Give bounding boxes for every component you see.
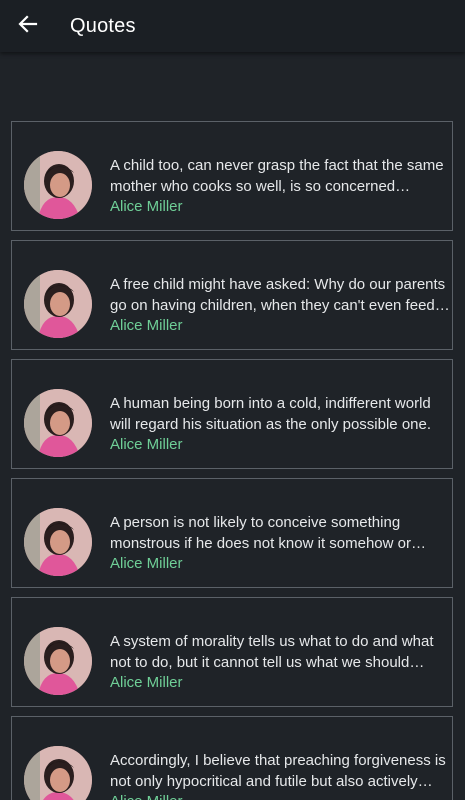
quote-author: Alice Miller xyxy=(110,317,183,334)
arrow-left-icon xyxy=(18,14,38,39)
author-avatar xyxy=(24,746,92,800)
quote-card[interactable]: A person is not likely to conceive somet… xyxy=(11,478,453,588)
quote-card[interactable]: Accordingly, I believe that preaching fo… xyxy=(11,716,453,800)
quote-text: A child too, can never grasp the fact th… xyxy=(110,157,444,195)
quote-author: Alice Miller xyxy=(110,436,183,453)
quote-card[interactable]: A system of morality tells us what to do… xyxy=(11,597,453,707)
page-title: Quotes xyxy=(70,14,136,37)
quote-text: A human being born into a cold, indiffer… xyxy=(110,395,432,433)
app-bar: Quotes xyxy=(0,0,465,52)
author-avatar xyxy=(24,151,92,219)
quote-text: A system of morality tells us what to do… xyxy=(110,633,434,671)
quote-card[interactable]: A free child might have asked: Why do ou… xyxy=(11,240,453,350)
quote-text: A person is not likely to conceive somet… xyxy=(110,514,426,552)
author-avatar xyxy=(24,508,92,576)
back-button[interactable] xyxy=(0,0,56,52)
quote-text: Accordingly, I believe that preaching fo… xyxy=(110,752,446,790)
quote-author: Alice Miller xyxy=(110,555,183,572)
quote-author: Alice Miller xyxy=(110,198,183,215)
author-avatar xyxy=(24,627,92,695)
author-avatar xyxy=(24,389,92,457)
quote-author: Alice Miller xyxy=(110,674,183,691)
quote-text: A free child might have asked: Why do ou… xyxy=(110,276,450,314)
quote-card[interactable]: A human being born into a cold, indiffer… xyxy=(11,359,453,469)
quote-author: Alice Miller xyxy=(110,792,450,800)
author-avatar xyxy=(24,270,92,338)
quote-card[interactable]: A child too, can never grasp the fact th… xyxy=(11,121,453,231)
quote-list[interactable]: A child too, can never grasp the fact th… xyxy=(0,52,465,800)
